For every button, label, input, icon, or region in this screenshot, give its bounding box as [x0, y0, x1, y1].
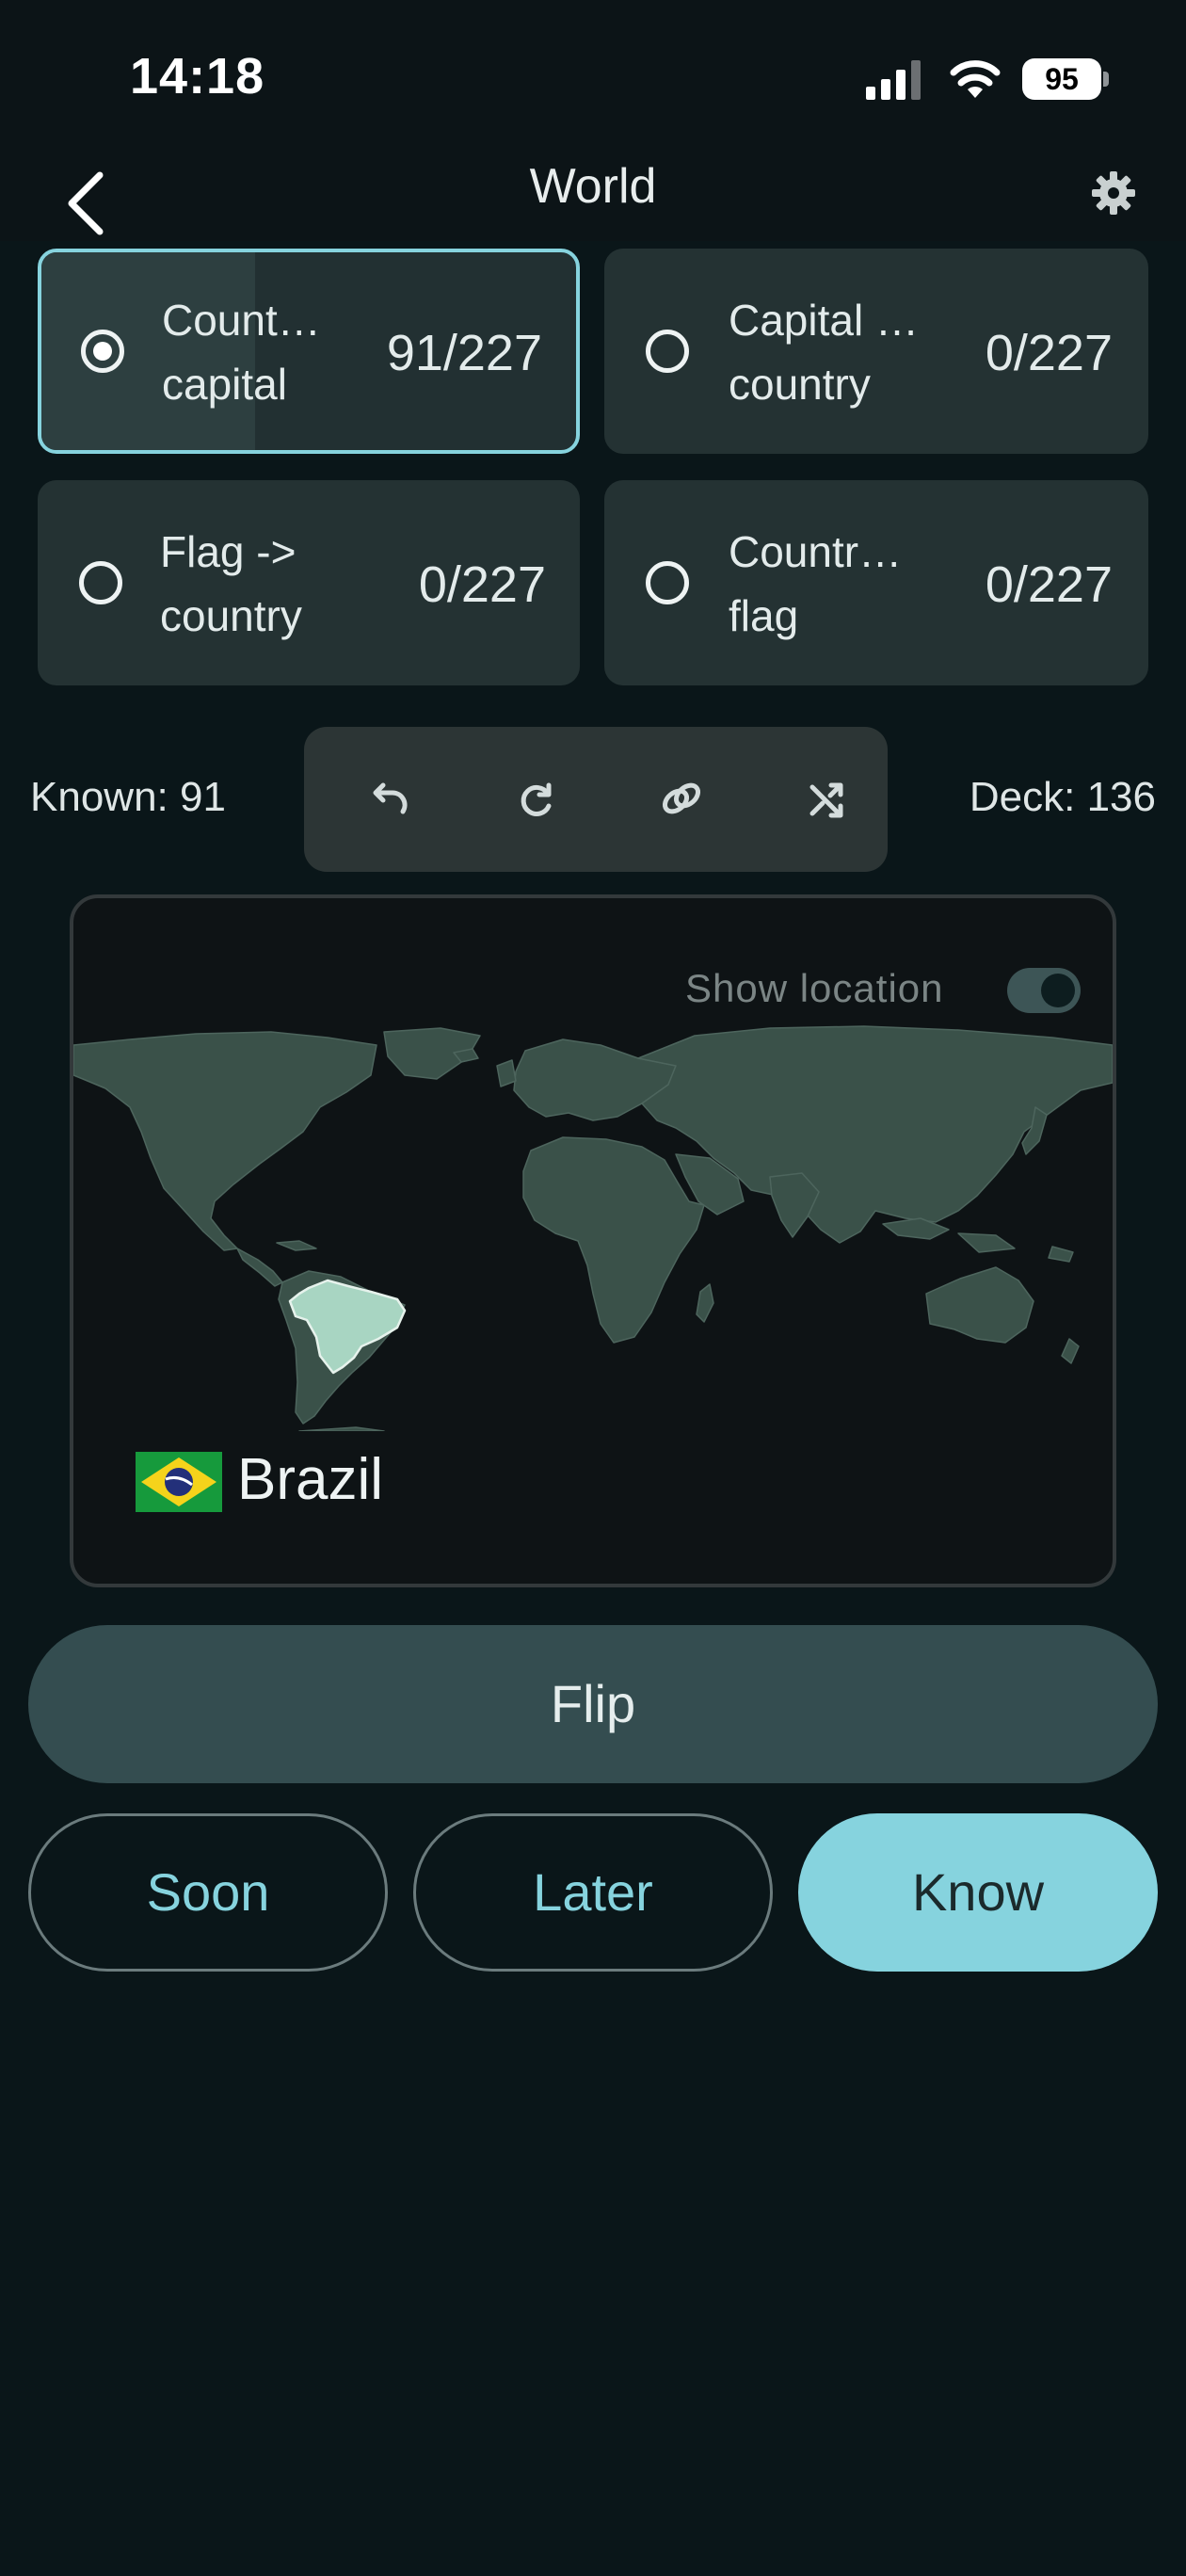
mode-label: Countr… flag	[729, 527, 903, 640]
brazil-flag-icon	[136, 1452, 222, 1512]
card-toolbar	[304, 727, 888, 872]
undo-icon[interactable]	[355, 765, 425, 834]
mode-count: 91/227	[386, 325, 542, 381]
gear-icon[interactable]	[1090, 169, 1137, 217]
mode-card-country-capital[interactable]: Count… capital 91/227	[38, 249, 580, 454]
show-location-toggle[interactable]	[1007, 968, 1081, 1013]
world-map	[73, 1025, 1113, 1431]
status-time: 14:18	[130, 48, 265, 105]
flip-button[interactable]: Flip	[28, 1625, 1158, 1783]
page-title: World	[529, 159, 657, 214]
deck-count: Deck: 136	[969, 774, 1156, 820]
mode-card-capital-country[interactable]: Capital … country 0/227	[604, 249, 1148, 454]
radio-selected[interactable]	[81, 330, 124, 373]
battery-icon: 95	[1022, 58, 1101, 100]
radio-unselected[interactable]	[646, 561, 689, 604]
redo-icon[interactable]	[502, 765, 571, 834]
soon-button[interactable]: Soon	[28, 1813, 388, 1972]
wifi-icon	[950, 60, 1001, 98]
show-location-label: Show location	[685, 966, 944, 1010]
mode-label: Capital … country	[729, 296, 919, 409]
radio-unselected[interactable]	[646, 330, 689, 373]
later-button[interactable]: Later	[413, 1813, 773, 1972]
battery-tip	[1103, 72, 1109, 87]
signal-icon	[866, 60, 921, 100]
mode-count: 0/227	[418, 556, 546, 613]
mode-count: 0/227	[985, 325, 1113, 381]
link-icon[interactable]	[647, 765, 716, 834]
country-name: Brazil	[237, 1447, 384, 1512]
mode-label: Flag -> country	[160, 527, 302, 640]
know-button[interactable]: Know	[798, 1813, 1158, 1972]
known-count: Known: 91	[30, 774, 226, 820]
mode-card-flag-country[interactable]: Flag -> country 0/227	[38, 480, 580, 685]
shuffle-icon[interactable]	[792, 765, 861, 834]
mode-count: 0/227	[985, 556, 1113, 613]
mode-card-country-flag[interactable]: Countr… flag 0/227	[604, 480, 1148, 685]
mode-label: Count… capital	[162, 296, 321, 409]
radio-unselected[interactable]	[79, 561, 122, 604]
